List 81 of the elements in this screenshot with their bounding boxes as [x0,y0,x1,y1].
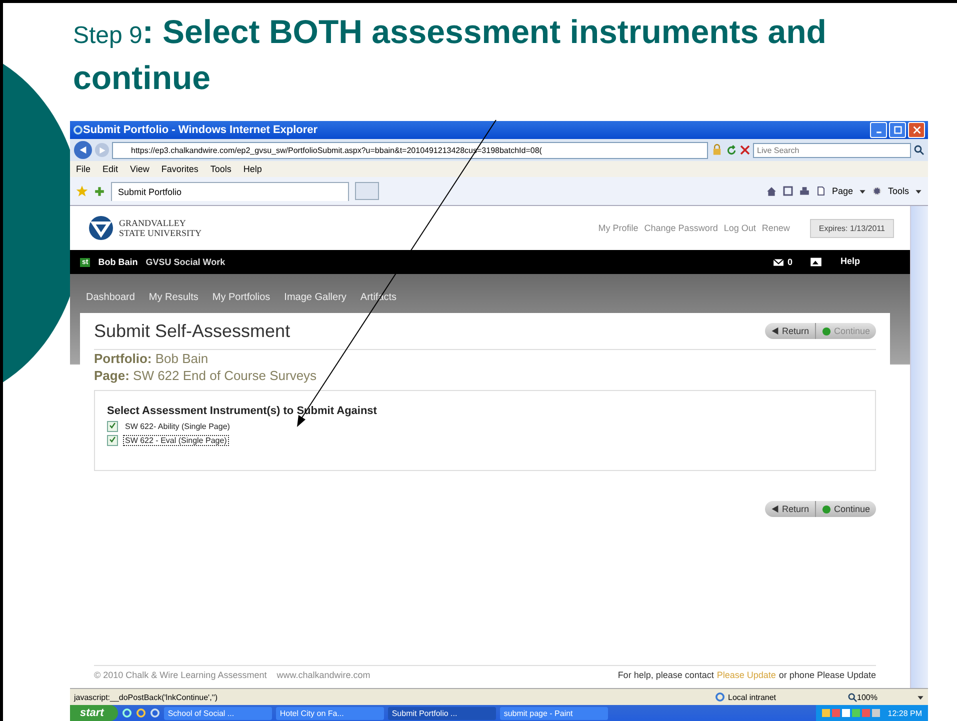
envelope-icon [773,256,784,268]
clock: 12:28 PM [888,708,922,718]
help-text: or phone Please Update [778,670,876,680]
checkbox-label[interactable]: SW 622- Ability (Single Page) [123,421,232,432]
caret-icon [858,188,866,194]
university-logo-icon [86,215,116,241]
feeds-icon[interactable] [782,186,793,196]
stop-icon[interactable] [740,145,750,155]
circle-icon [822,326,831,336]
taskbar-button[interactable]: Hotel City on Fa... [276,706,384,720]
nav-link[interactable]: Dashboard [86,292,135,303]
slide-title: Step 9: Select BOTH assessment instruments and continue [72,12,828,98]
return-button[interactable]: Return [764,323,815,339]
copyright-text: © 2010 Chalk & Wire Learning Assessment [94,670,267,680]
caret-icon [917,694,924,700]
plus-icon[interactable] [94,186,105,196]
continue-button[interactable]: Continue [814,501,876,517]
command-menu[interactable]: Tools [888,186,909,196]
checkbox[interactable] [107,435,118,446]
menu-item[interactable]: File [76,164,91,174]
scrollbar[interactable] [910,206,928,688]
magnifier-icon [848,692,857,702]
nav-link[interactable]: Image Gallery [284,292,346,303]
organization-name: GVSU Social Work [146,257,226,267]
star-icon[interactable] [76,185,88,197]
search-field[interactable]: Live Search [753,142,911,158]
left-arrow-icon [770,505,779,513]
user-name: Bob Bain [98,257,138,267]
maximize-icon [894,126,902,134]
help-menu[interactable]: Help [840,256,860,268]
university-name: GRANDVALLEY STATE UNIVERSITY [119,218,202,238]
checkbox-label[interactable]: SW 622 - Eval (Single Page) [123,435,229,446]
header-link[interactable]: Renew [762,223,790,233]
nav-link[interactable]: My Results [148,292,198,303]
status-text: javascript:__doPostBack('lnkContinue','') [74,692,218,702]
circle-icon [822,504,831,514]
forward-arrow-icon [98,146,106,154]
print-icon[interactable] [798,186,810,196]
search-icon[interactable] [914,145,924,155]
portfolio-info: Portfolio: Bob Bain [94,350,210,367]
taskbar-button[interactable]: School of Social ... [164,706,272,720]
header-link[interactable]: My Profile [598,223,638,233]
checkbox[interactable] [107,421,118,432]
help-text: For help, please contact [618,670,714,680]
menu-item[interactable]: View [130,164,150,174]
window-title: Submit Portfolio - Windows Internet Explorer [83,124,318,136]
refresh-icon[interactable] [726,144,737,156]
command-menu[interactable]: Page [832,186,853,196]
close-icon [912,126,920,134]
taskbar-button[interactable]: submit page - Paint [500,706,608,720]
page-info: Page: SW 622 End of Course Surveys [94,367,318,384]
close-button[interactable] [908,122,925,138]
menu-item[interactable]: Help [243,164,262,174]
picture-icon[interactable] [810,256,822,268]
header-link[interactable]: Change Password [644,223,718,233]
left-arrow-icon [770,327,779,335]
minimize-button[interactable] [870,122,887,138]
menu-item[interactable]: Tools [210,164,232,174]
tray-icons[interactable] [822,708,882,718]
start-button[interactable]: start [70,705,118,721]
lock-icon [711,144,723,156]
website-link[interactable]: www.chalkandwire.com [276,670,370,680]
caret-icon [915,188,922,194]
back-button[interactable] [74,141,92,159]
menu-item[interactable]: Favorites [161,164,198,174]
header-link[interactable]: Log Out [724,223,756,233]
expires-badge: Expires: 1/13/2011 [810,218,894,238]
page-title: Submit Self-Assessment [94,320,290,342]
return-button[interactable]: Return [764,501,815,517]
maximize-button[interactable] [889,122,906,138]
messages-button[interactable]: 0 [773,256,792,268]
menu-item[interactable]: Edit [102,164,118,174]
nav-link[interactable]: My Portfolios [212,292,270,303]
gear-icon [872,186,882,196]
back-arrow-icon [79,146,87,154]
security-zone: Local intranet [728,692,778,702]
page-icon [816,186,826,196]
home-icon[interactable] [766,186,777,196]
taskbar-button[interactable]: Submit Portfolio ... [388,706,496,720]
zoom-level[interactable]: 100% [857,692,917,702]
browser-tab[interactable]: Submit Portfolio [111,182,349,200]
